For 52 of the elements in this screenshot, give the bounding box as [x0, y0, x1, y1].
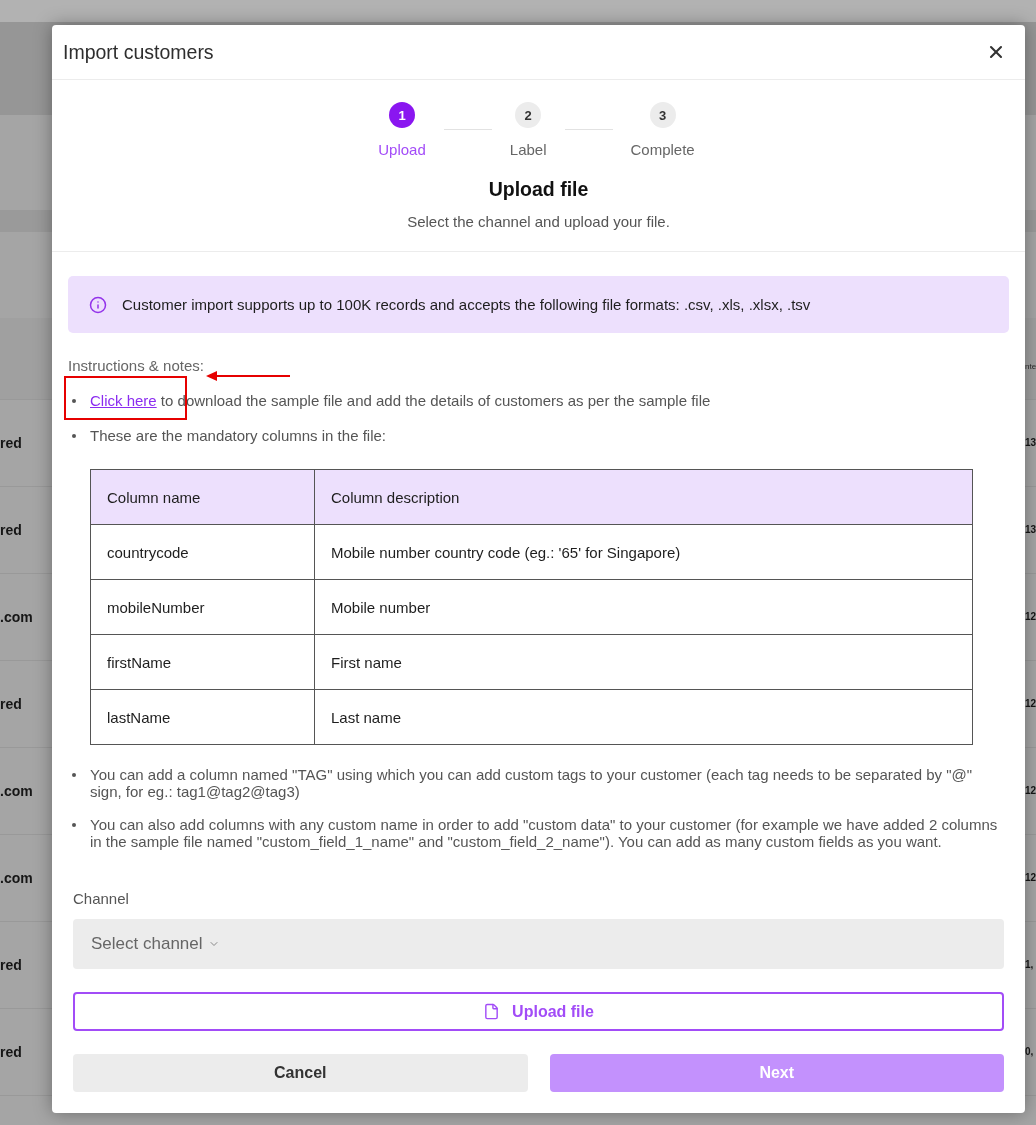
instructions-label: Instructions & notes: — [68, 357, 204, 374]
table-cell: red — [0, 1043, 22, 1061]
step-heading: Upload file — [488, 178, 589, 200]
sample-file-link[interactable]: Click here — [90, 392, 157, 409]
step-label: Complete — [630, 141, 695, 158]
table-cell: red — [0, 521, 22, 539]
table-header-cell: Column name — [90, 469, 315, 525]
step-label: Label — [509, 141, 547, 158]
table-cell: mobileNumber — [90, 579, 315, 635]
bullet-icon — [72, 434, 76, 438]
table-cell: 0, — [1025, 1046, 1034, 1058]
table-cell: Mobile number — [314, 579, 973, 635]
channel-select[interactable]: Select channel — [73, 919, 1004, 969]
step-number: 1 — [389, 102, 416, 128]
note-text: You can add a column named "TAG" using which you can add custom tags to your customer (each tag needs to be separated by "@" sign, for eg.: tag1@tag2@tag3) — [90, 767, 974, 800]
table-cell: 13 — [1025, 524, 1036, 536]
instruction-text: These are the mandatory columns in the file: — [90, 427, 386, 444]
table-cell: countrycode — [90, 524, 315, 580]
bullet-icon — [72, 399, 76, 403]
table-cell: red — [0, 956, 22, 974]
table-cell: Last name — [314, 689, 973, 745]
info-icon — [89, 295, 107, 314]
channel-label: Channel — [73, 890, 130, 907]
step-label: Upload — [378, 141, 426, 158]
table-cell: red — [0, 695, 22, 713]
cancel-button[interactable]: Cancel — [73, 1054, 528, 1092]
table-cell: .com — [0, 608, 33, 626]
table-cell: .com — [0, 869, 33, 887]
table-cell: firstName — [90, 634, 315, 690]
table-cell: 12 — [1025, 785, 1036, 797]
dialog-title: Import customers — [63, 40, 214, 64]
table-cell: Mobile number country code (eg.: '65' for Singapore) — [314, 524, 973, 580]
table-header-cell: nte — [1025, 362, 1036, 372]
file-icon — [483, 1003, 501, 1020]
table-cell: 13 — [1025, 437, 1036, 449]
table-cell: 12 — [1025, 698, 1036, 710]
bullet-icon — [72, 823, 76, 827]
bullet-icon — [72, 773, 76, 777]
table-cell: .com — [0, 782, 33, 800]
table-cell: 12 — [1025, 872, 1036, 884]
table-cell: lastName — [90, 689, 315, 745]
table-cell: 1, — [1025, 959, 1034, 971]
step-subheading: Select the channel and upload your file. — [407, 213, 670, 230]
table-cell: 12 — [1025, 611, 1036, 623]
info-banner-text: Customer import supports up to 100K records and accepts the following file formats: .csv, .xls, .xlsx, .tsv — [122, 296, 811, 313]
table-header-cell: Column description — [314, 469, 973, 525]
step-number: 3 — [649, 102, 676, 128]
note-text: You can also add columns with any custom name in order to add "custom data" to your customer (for example we have added 2 columns in the sample file named "custom_field_1_name" and "custom_field_2_name"). You can add as many custom fields as you want. — [90, 817, 999, 850]
upload-file-button[interactable]: Upload file — [73, 992, 1004, 1031]
step-number: 2 — [515, 102, 542, 128]
table-cell: First name — [314, 634, 973, 690]
table-cell: red — [0, 434, 22, 452]
